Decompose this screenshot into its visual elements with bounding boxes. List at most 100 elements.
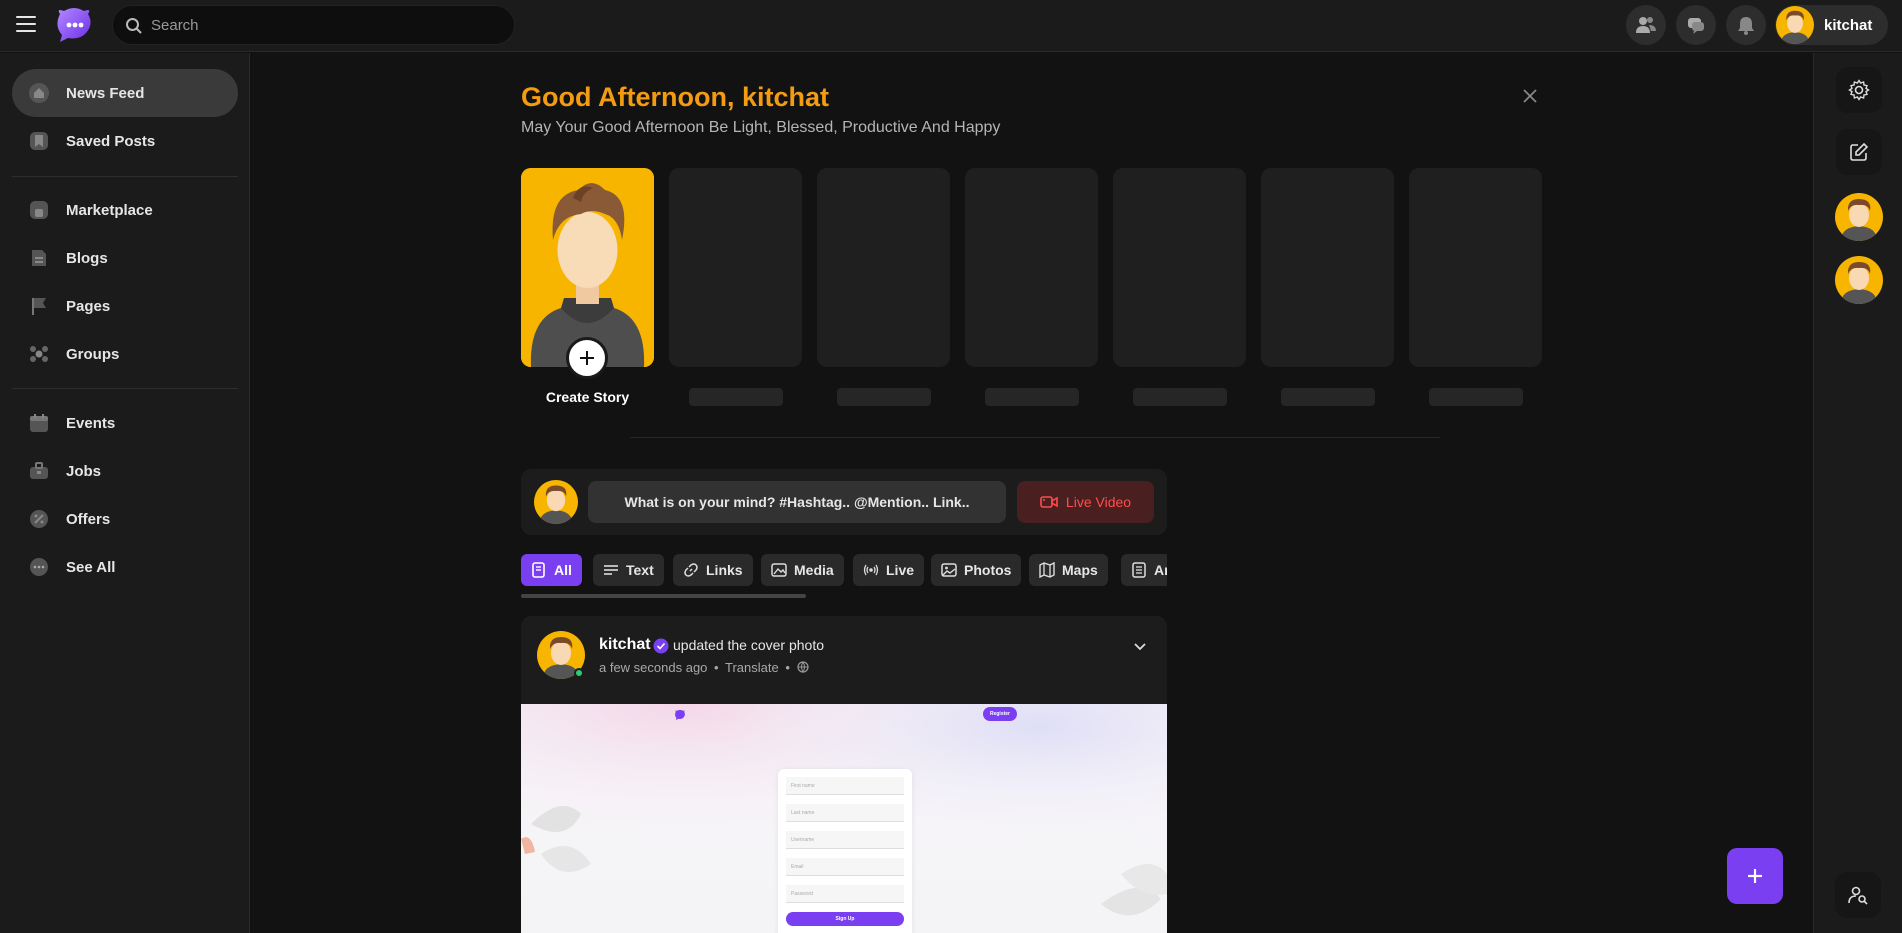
broadcast-icon: [863, 562, 879, 578]
online-status-dot: [574, 668, 584, 678]
story-label-placeholder: [985, 388, 1079, 406]
tab-maps[interactable]: Maps: [1029, 554, 1108, 586]
calendar-icon: [28, 412, 50, 434]
post-action-text: updated the cover photo: [673, 637, 825, 653]
sidebar-item-label: Groups: [66, 345, 120, 363]
tab-label: Maps: [1062, 562, 1098, 578]
sidebar-item-label: News Feed: [66, 84, 145, 102]
sidebar-item-label: Jobs: [66, 462, 102, 480]
live-video-button[interactable]: Live Video: [1017, 481, 1154, 523]
sidebar-item-news-feed[interactable]: News Feed: [12, 69, 238, 117]
story-placeholder: [1113, 168, 1246, 367]
form-field: Password: [786, 885, 904, 903]
bookmark-icon: [28, 130, 50, 152]
photo-icon: [941, 562, 957, 578]
top-bar: kitchat: [0, 0, 1902, 52]
filter-scrollbar[interactable]: [521, 594, 806, 598]
sidebar-item-groups[interactable]: Groups: [12, 330, 238, 378]
tab-text[interactable]: Text: [593, 554, 664, 586]
flag-icon: [28, 295, 50, 317]
search-input[interactable]: [151, 6, 501, 44]
tab-label: Ar: [1154, 562, 1167, 578]
sidebar-item-label: Pages: [66, 297, 111, 315]
gear-icon: [1848, 79, 1870, 101]
sidebar-item-events[interactable]: Events: [12, 399, 238, 447]
post-timestamp[interactable]: a few seconds ago: [599, 660, 707, 675]
sidebar-item-label: Offers: [66, 510, 111, 528]
greeting-title: Good Afternoon, kitchat: [521, 82, 829, 112]
sidebar-item-offers[interactable]: Offers: [12, 495, 238, 543]
tab-photos[interactable]: Photos: [931, 554, 1022, 586]
close-icon[interactable]: [1520, 86, 1540, 106]
sidebar-item-label: Saved Posts: [66, 132, 156, 150]
sidebar-item-see-all[interactable]: See All: [12, 543, 238, 591]
tab-articles[interactable]: Ar: [1121, 554, 1167, 586]
story-placeholder: [1261, 168, 1394, 367]
video-camera-icon: [1040, 496, 1058, 508]
live-video-label: Live Video: [1065, 494, 1132, 510]
plus-icon: [1748, 869, 1762, 883]
create-post-fab[interactable]: [1727, 848, 1783, 904]
tab-live[interactable]: Live: [853, 554, 925, 586]
user-menu[interactable]: kitchat: [1775, 5, 1888, 45]
story-label-placeholder: [1429, 388, 1523, 406]
sidebar-item-saved-posts[interactable]: Saved Posts: [12, 117, 238, 165]
feed-post: kitchat updated the cover photo a few se…: [521, 616, 1167, 933]
notifications-icon[interactable]: [1726, 5, 1766, 45]
map-icon: [1039, 562, 1055, 578]
whats-on-your-mind-input[interactable]: What is on your mind? #Hashtag.. @Mentio…: [588, 481, 1006, 523]
tab-all[interactable]: All: [521, 554, 582, 586]
signup-form-card: First name Last name Username Email Pass…: [778, 769, 912, 933]
blog-icon: [28, 247, 50, 269]
sidebar-item-marketplace[interactable]: Marketplace: [12, 186, 238, 234]
user-search-icon: [1848, 886, 1868, 905]
settings-button[interactable]: [1836, 67, 1882, 113]
tab-label: Links: [706, 562, 743, 578]
left-sidebar: News Feed Saved Posts Marketplace Blogs …: [0, 53, 250, 933]
tab-label: Photos: [964, 562, 1012, 578]
form-field: First name: [786, 777, 904, 795]
story-placeholder: [1409, 168, 1542, 367]
search-contacts-button[interactable]: [1835, 872, 1881, 918]
separator: •: [785, 660, 790, 675]
compose-button[interactable]: [1836, 129, 1882, 175]
cover-photo[interactable]: Register First name Last name Username E…: [521, 704, 1167, 933]
friends-icon[interactable]: [1626, 5, 1666, 45]
document-icon: [531, 562, 547, 578]
register-button: Register: [983, 707, 1017, 721]
sidebar-item-pages[interactable]: Pages: [12, 282, 238, 330]
divider: [12, 388, 238, 389]
search-bar[interactable]: [112, 5, 515, 45]
app-logo[interactable]: [54, 6, 94, 44]
tab-label: Media: [794, 562, 834, 578]
contact-avatar[interactable]: [1835, 193, 1883, 241]
form-field: Username: [786, 831, 904, 849]
tab-links[interactable]: Links: [673, 554, 753, 586]
offer-icon: [28, 508, 50, 530]
sidebar-item-blogs[interactable]: Blogs: [12, 234, 238, 282]
menu-icon[interactable]: [16, 16, 36, 32]
search-icon: [126, 18, 142, 34]
home-icon: [28, 82, 50, 104]
sidebar-item-label: See All: [66, 558, 116, 576]
add-story-button[interactable]: [566, 337, 608, 379]
messages-icon[interactable]: [1676, 5, 1716, 45]
story-placeholder: [669, 168, 802, 367]
contact-avatar[interactable]: [1835, 256, 1883, 304]
media-icon: [771, 562, 787, 578]
translate-link[interactable]: Translate: [725, 660, 779, 675]
text-icon: [603, 562, 619, 578]
more-icon: [28, 556, 50, 578]
divider: [12, 176, 238, 177]
sidebar-item-label: Marketplace: [66, 201, 153, 219]
chevron-down-icon[interactable]: [1132, 638, 1148, 654]
feed-filter-tabs: All Text Links Media Live Photos Maps Ar: [521, 554, 1167, 586]
tab-media[interactable]: Media: [761, 554, 844, 586]
store-icon: [28, 199, 50, 221]
separator: •: [714, 660, 719, 675]
post-author[interactable]: kitchat: [599, 636, 651, 654]
group-icon: [28, 343, 50, 365]
tab-label: Text: [626, 562, 654, 578]
sidebar-item-jobs[interactable]: Jobs: [12, 447, 238, 495]
divider: [630, 437, 1440, 438]
